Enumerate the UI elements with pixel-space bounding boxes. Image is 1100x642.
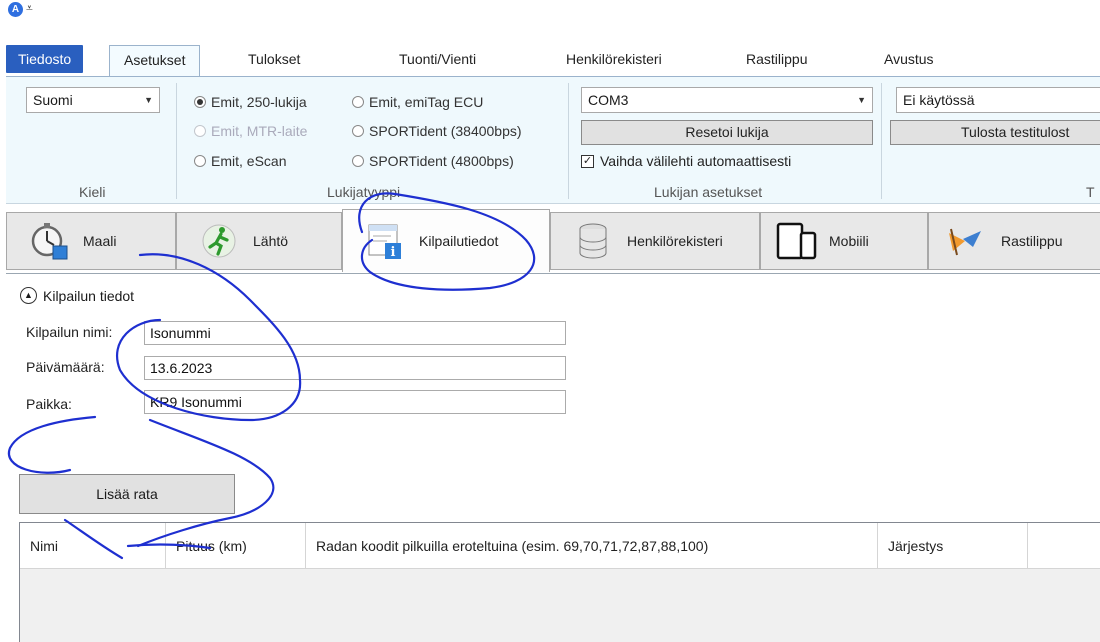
tab-label: Maali [83, 233, 117, 249]
tab-tuonti-vienti[interactable]: Tuonti/Vienti [399, 45, 476, 73]
radio-emit-mtr: Emit, MTR-laite [194, 123, 307, 139]
runner-icon [199, 221, 239, 261]
group-label-lukijatyyppi: Lukijatyyppi [327, 184, 401, 200]
app-icon[interactable]: A [8, 2, 23, 17]
com-port-value: COM3 [588, 92, 629, 108]
group-divider [881, 83, 882, 199]
date-field[interactable]: 13.6.2023 [144, 356, 566, 380]
collapse-chevron-icon[interactable]: ▲ [20, 287, 37, 304]
radio-selected-icon [194, 96, 206, 108]
table-header: Nimi Pituus (km) Radan koodit pilkuilla … [20, 523, 1100, 569]
radio-sportident-38400[interactable]: SPORTident (38400bps) [352, 123, 522, 139]
add-course-button[interactable]: Lisää rata [19, 474, 235, 514]
section-title: Kilpailun tiedot [43, 287, 135, 304]
competition-name-field[interactable]: Isonummi [144, 321, 566, 345]
ribbon-tab-bar: Tiedosto Asetukset Tulokset Tuonti/Vient… [6, 45, 1100, 78]
section-header[interactable]: ▲ Kilpailun tiedot [20, 287, 134, 304]
radio-label: SPORTident (4800bps) [369, 153, 514, 169]
svg-text:i: i [391, 245, 396, 260]
stopwatch-icon [29, 221, 69, 261]
reset-reader-button[interactable]: Resetoi lukija [581, 120, 873, 145]
checkbox-label: Vaihda välilehti automaattisesti [600, 153, 792, 169]
chevron-down-icon: ▼ [857, 95, 866, 105]
radio-label: Emit, MTR-laite [211, 123, 308, 139]
radio-emit-250[interactable]: Emit, 250-lukija [194, 94, 307, 110]
tab-kilpailutiedot[interactable]: i Kilpailutiedot [342, 209, 550, 272]
chevron-down-icon: ▼ [144, 95, 153, 105]
print-test-button[interactable]: Tulosta testitulost [890, 120, 1100, 145]
group-divider [176, 83, 177, 199]
tab-asetukset[interactable]: Asetukset [109, 45, 201, 78]
ribbon-panel: Suomi ▼ Kieli Emit, 250-lukija Emit, MTR… [6, 76, 1100, 204]
group-divider [568, 83, 569, 199]
radio-label: Emit, emiTag ECU [369, 94, 484, 110]
tab-label: Mobiili [829, 233, 869, 249]
tab-henkilorekisteri-module[interactable]: Henkilörekisteri [550, 212, 760, 270]
title-bar: A ⩡ [0, 0, 1100, 20]
info-document-icon: i [365, 221, 405, 261]
radio-label: Emit, 250-lukija [211, 94, 307, 110]
group-label-print: T [1086, 184, 1095, 200]
column-header-nimi[interactable]: Nimi [20, 523, 166, 569]
devices-icon [775, 221, 817, 261]
competition-name-label: Kilpailun nimi: [26, 324, 113, 340]
tab-label: Lähtö [253, 233, 289, 249]
com-port-select[interactable]: COM3 ▼ [581, 87, 873, 113]
radio-sportident-4800[interactable]: SPORTident (4800bps) [352, 153, 514, 169]
radio-emit-emitag[interactable]: Emit, emiTag ECU [352, 94, 483, 110]
radio-icon [194, 125, 206, 137]
tab-tulokset[interactable]: Tulokset [248, 45, 300, 73]
module-tab-strip: Maali Lähtö i Kilpailutiedot Henkilöreki… [6, 209, 1100, 274]
radio-icon [352, 96, 364, 108]
radio-icon [194, 155, 206, 167]
tab-henkilorekisteri[interactable]: Henkilörekisteri [566, 45, 662, 73]
column-header-pituus[interactable]: Pituus (km) [166, 523, 306, 569]
tab-lahto[interactable]: Lähtö [176, 212, 342, 270]
tab-label: Kilpailutiedot [419, 233, 499, 249]
printer-value: Ei käytössä [903, 92, 975, 108]
tab-mobiili[interactable]: Mobiili [760, 212, 928, 270]
tab-maali[interactable]: Maali [6, 212, 176, 270]
tab-avustus[interactable]: Avustus [884, 45, 934, 73]
language-value: Suomi [33, 92, 73, 108]
language-select[interactable]: Suomi ▼ [26, 87, 160, 113]
date-label: Päivämäärä: [26, 359, 105, 375]
tab-tiedosto[interactable]: Tiedosto [6, 45, 84, 73]
quick-access-dropdown-icon[interactable]: ⩡ [26, 1, 33, 16]
group-label-kieli: Kieli [79, 184, 106, 200]
place-field[interactable]: KR9 Isonummi [144, 390, 566, 414]
tab-rastilippu-module[interactable]: Rastilippu [928, 212, 1100, 270]
tab-label: Henkilörekisteri [627, 233, 723, 249]
radio-emit-escan[interactable]: Emit, eScan [194, 153, 286, 169]
radio-label: SPORTident (38400bps) [369, 123, 522, 139]
column-header-koodit[interactable]: Radan koodit pilkuilla eroteltuina (esim… [306, 523, 878, 569]
radio-icon [352, 125, 364, 137]
place-label: Paikka: [26, 396, 72, 412]
column-header-jarjestys[interactable]: Järjestys [878, 523, 1028, 569]
tab-label: Rastilippu [1001, 233, 1063, 249]
radio-label: Emit, eScan [211, 153, 287, 169]
database-icon [573, 221, 613, 261]
auto-switch-tab-checkbox[interactable]: ✓ Vaihda välilehti automaattisesti [581, 153, 791, 169]
course-table[interactable]: Nimi Pituus (km) Radan koodit pilkuilla … [19, 522, 1100, 642]
checkmark-icon: ✓ [581, 154, 594, 168]
control-flag-icon [943, 221, 987, 261]
printer-select[interactable]: Ei käytössä [896, 87, 1100, 113]
group-label-lukijan-asetukset: Lukijan asetukset [654, 184, 763, 200]
radio-icon [352, 155, 364, 167]
tab-rastilippu[interactable]: Rastilippu [746, 45, 807, 73]
